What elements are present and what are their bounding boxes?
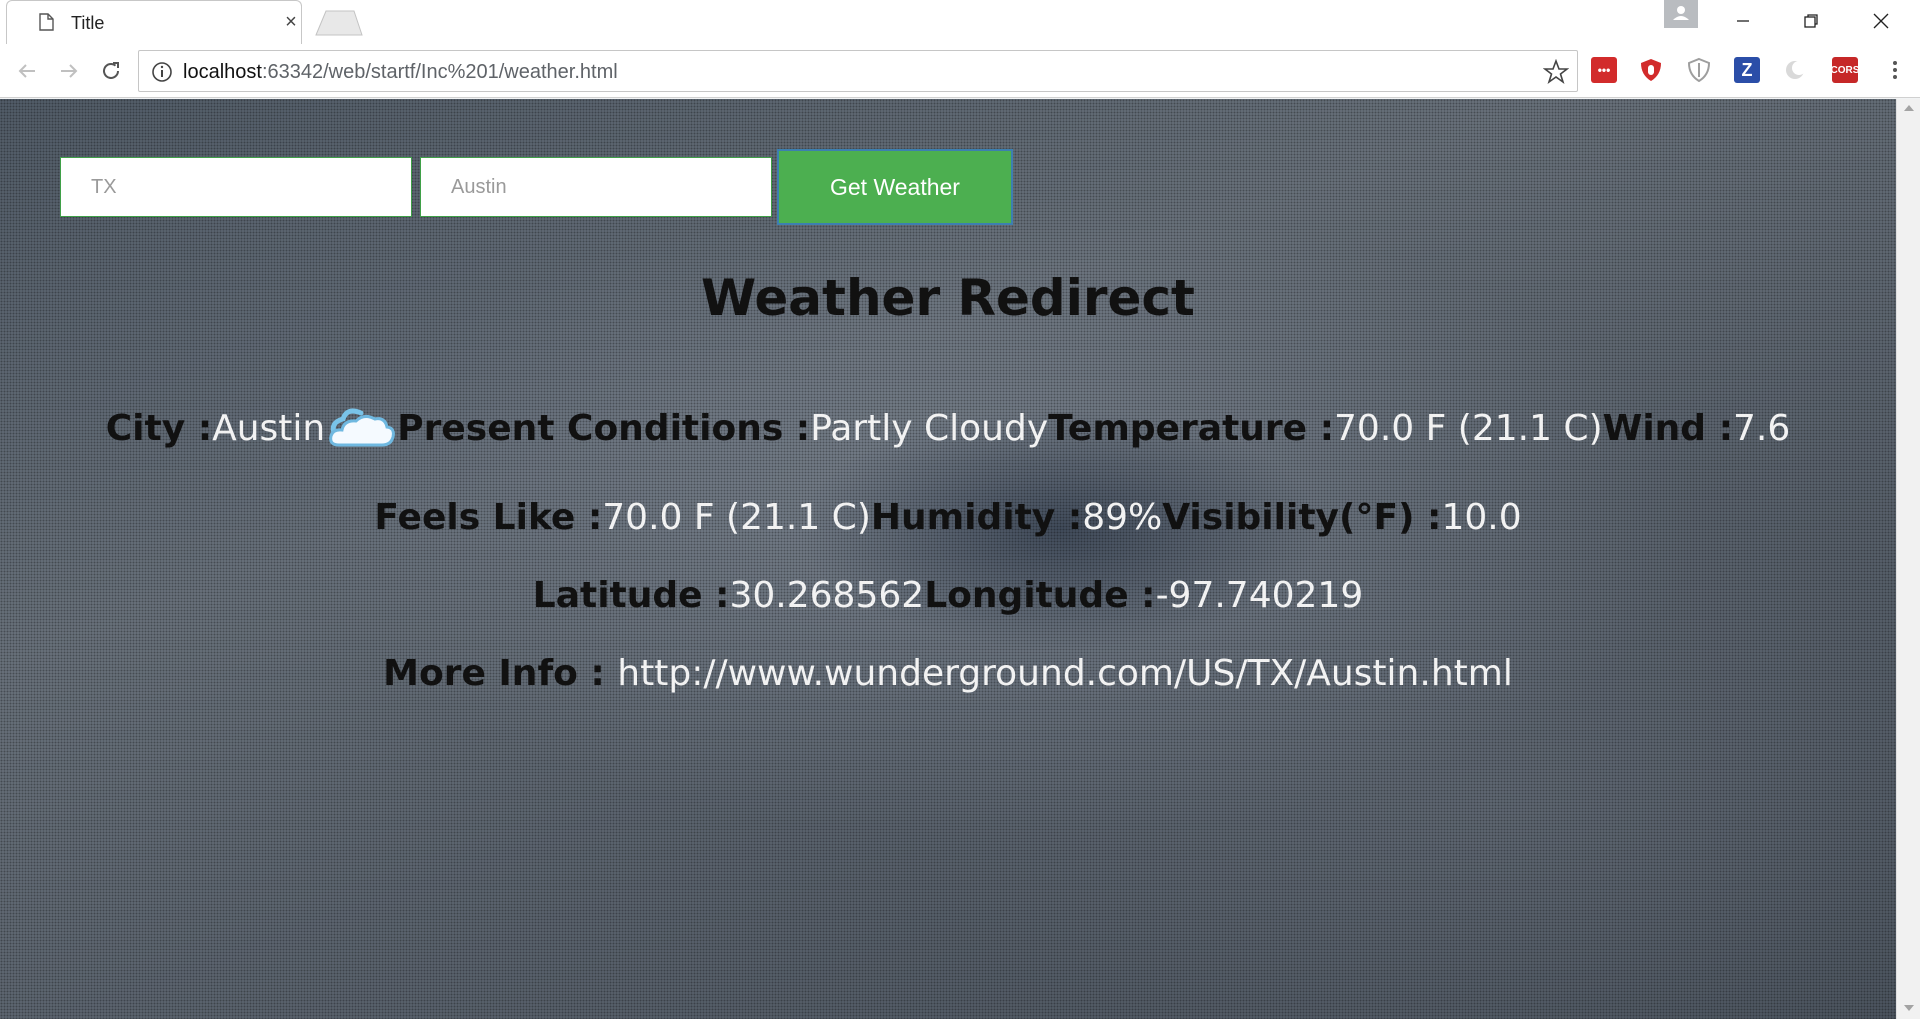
moon-extension-icon[interactable] [1782,57,1808,83]
zotero-extension-icon[interactable]: Z [1734,57,1760,83]
feels-like-value: 70.0 F (21.1 C) [602,497,871,538]
browser-toolbar: localhost:63342/web/startf/Inc%201/weath… [0,44,1920,98]
profile-icon[interactable] [1664,0,1698,28]
temperature-label: Temperature : [1048,408,1335,449]
wind-label: Wind : [1602,408,1733,449]
humidity-value: 89% [1082,497,1163,538]
weather-row-feels: Feels Like :70.0 F (21.1 C)Humidity :89%… [0,497,1896,538]
browser-tab[interactable]: Title × [6,0,302,44]
latitude-label: Latitude : [532,575,730,616]
close-icon[interactable]: × [281,12,301,32]
scroll-up-arrow-icon[interactable] [1904,105,1914,111]
latitude-value: 30.268562 [729,575,925,616]
feels-like-label: Feels Like : [374,497,603,538]
state-input[interactable] [60,157,412,217]
weather-row-coordinates: Latitude :30.268562Longitude :-97.740219 [0,575,1896,616]
page-title: Weather Redirect [701,269,1195,327]
url-path: :63342/web/startf/Inc%201/weather.html [261,61,618,83]
wind-value: 7.6 [1733,408,1791,449]
page-viewport: Get Weather Weather Redirect City :Austi… [0,99,1896,1019]
temperature-value: 70.0 F (21.1 C) [1334,408,1603,449]
ublock-extension-icon[interactable] [1638,57,1664,83]
partly-cloudy-icon [329,408,396,447]
city-label: City : [105,408,213,449]
conditions-value: Partly Cloudy [810,408,1049,449]
page-icon [39,13,54,31]
visibility-value: 10.0 [1441,497,1522,538]
weather-row-conditions: City :Austin Present Conditions :Partly … [0,405,1896,455]
longitude-label: Longitude : [924,575,1156,616]
info-icon[interactable] [151,61,173,83]
address-bar[interactable]: localhost:63342/web/startf/Inc%201/weath… [138,50,1578,92]
menu-icon[interactable] [1882,57,1908,83]
url-text: localhost:63342/web/startf/Inc%201/weath… [183,61,618,84]
scroll-down-arrow-icon[interactable] [1904,1005,1914,1011]
shield-extension-icon[interactable] [1686,57,1712,83]
vertical-scrollbar[interactable] [1896,99,1920,1019]
lastpass-extension-icon[interactable]: ••• [1591,57,1617,83]
longitude-value: -97.740219 [1155,575,1364,616]
new-tab-button[interactable] [314,10,364,36]
window-close-icon[interactable] [1856,6,1906,36]
tab-title: Title [71,13,105,33]
restore-icon[interactable] [1786,6,1836,36]
forward-arrow-icon[interactable] [54,56,84,86]
cors-extension-icon[interactable]: CORS [1831,57,1859,83]
more-info-link[interactable]: http://www.wunderground.com/US/TX/Austin… [617,653,1513,694]
back-arrow-icon[interactable] [12,56,42,86]
visibility-label: Visibility(°F) : [1162,497,1442,538]
weather-row-more-info: More Info : http://www.wunderground.com/… [0,653,1896,694]
city-input[interactable] [420,157,772,217]
city-value: Austin [212,408,326,449]
reload-icon[interactable] [96,56,126,86]
humidity-label: Humidity : [870,497,1083,538]
get-weather-button[interactable]: Get Weather [777,149,1013,225]
url-host: localhost [183,61,262,83]
conditions-label: Present Conditions : [397,408,811,449]
browser-titlebar: Title × [0,0,1920,44]
minimize-icon[interactable] [1718,6,1768,36]
star-icon[interactable] [1543,59,1569,85]
more-info-label: More Info : [383,653,618,694]
